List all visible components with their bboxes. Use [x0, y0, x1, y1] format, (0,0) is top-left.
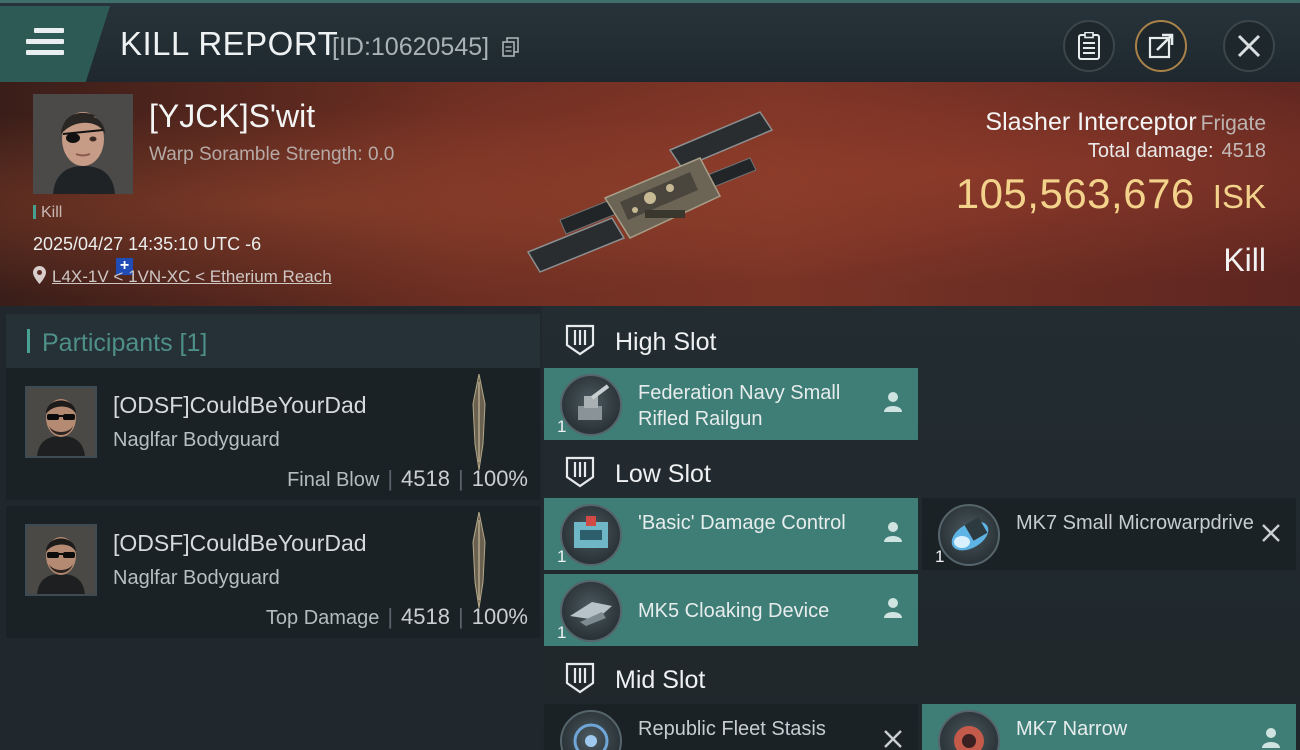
- victim-name[interactable]: [YJCK]S'wit: [149, 98, 315, 135]
- clipboard-icon: [1078, 32, 1100, 60]
- destroyed-x-icon: [1262, 524, 1280, 542]
- mid-slot-header: Mid Slot: [544, 648, 1300, 706]
- damage-control-icon: [560, 504, 622, 566]
- avatar: [27, 388, 95, 456]
- module-name: 'Basic' Damage Control: [638, 512, 846, 534]
- fitting-panel: High Slot 1 Federation Navy Small Rifled…: [542, 306, 1300, 750]
- microwarpdrive-icon: [938, 504, 1000, 566]
- kill-result: Kill: [1223, 242, 1266, 278]
- participant-row[interactable]: [ODSF]CouldBeYourDad Naglfar Bodyguard T…: [6, 506, 540, 638]
- kill-tag: Kill: [33, 204, 62, 222]
- module-quantity: 1: [557, 417, 567, 436]
- ship-class: Frigate: [1200, 112, 1266, 135]
- cloaking-device-icon: [560, 580, 622, 642]
- module-item[interactable]: 1 Federation Navy Small Rifled Railgun: [544, 368, 918, 440]
- dropped-person-icon: [884, 392, 902, 412]
- kill-tag-bar: [33, 205, 36, 219]
- module-name: MK7 Small Microwarpdrive: [1016, 512, 1254, 534]
- high-slot-header: High Slot: [544, 310, 1300, 368]
- kill-banner: + [YJCK]S'wit Warp Soramble Strength: 0.…: [0, 82, 1300, 306]
- ship-name[interactable]: Slasher Interceptor: [985, 108, 1196, 136]
- warp-scramble-strength: Warp Soramble Strength: 0.0: [149, 144, 395, 165]
- stasis-web-icon: [560, 710, 622, 750]
- participants-header: Participants [1]: [6, 314, 540, 370]
- share-button[interactable]: [1135, 20, 1187, 72]
- report-id: [ID:10620545]: [332, 33, 490, 61]
- total-damage-value: 4518: [1221, 140, 1267, 162]
- module-item[interactable]: MK7 Narrow: [922, 704, 1296, 750]
- victim-ship-image: [526, 111, 774, 273]
- dropped-person-icon: [1262, 728, 1280, 748]
- participant-ship-image: [472, 374, 486, 470]
- participant-damage: 4518: [401, 604, 450, 629]
- mid-slot-label: Mid Slot: [615, 666, 706, 694]
- location-pin-icon: [33, 266, 46, 284]
- close-button[interactable]: [1223, 20, 1275, 72]
- module-quantity: 1: [557, 547, 567, 566]
- participants-label: Participants [1]: [42, 329, 208, 357]
- low-slot-icon: [565, 456, 595, 488]
- notes-button[interactable]: [1063, 20, 1115, 72]
- share-icon: [1148, 33, 1174, 59]
- module-item[interactable]: 1 MK7 Small Microwarpdrive: [922, 498, 1296, 570]
- high-slot-icon: [565, 324, 595, 356]
- high-slot-label: High Slot: [615, 328, 717, 356]
- participant-damage: 4518: [401, 466, 450, 491]
- isk-unit: ISK: [1212, 178, 1266, 215]
- participant-ship: Naglfar Bodyguard: [113, 429, 280, 451]
- avatar: [27, 526, 95, 594]
- avatar: [33, 94, 133, 194]
- module-name: MK7 Narrow: [1016, 718, 1128, 740]
- participant-stats: Top Damage | 4518 | 100%: [265, 604, 528, 629]
- copy-icon[interactable]: [502, 37, 520, 57]
- ship-type: Slasher Interceptor Frigate: [985, 108, 1266, 137]
- dropped-person-icon: [884, 522, 902, 542]
- header-bar: KILL REPORT [ID:10620545]: [0, 0, 1300, 82]
- module-name: MK5 Cloaking Device: [638, 600, 830, 622]
- low-slot-header: Low Slot: [544, 442, 1300, 500]
- participant-avatar[interactable]: [25, 524, 97, 596]
- narrow-module-icon: [938, 710, 1000, 750]
- menu-button[interactable]: [0, 6, 110, 82]
- participant-name[interactable]: [ODSF]CouldBeYourDad: [113, 392, 367, 419]
- participant-role: Final Blow: [287, 469, 380, 491]
- dropped-person-icon: [884, 598, 902, 618]
- participant-percent: 100%: [471, 604, 528, 629]
- isk-value: 105,563,676: [955, 170, 1195, 217]
- mid-slot-icon: [565, 662, 595, 694]
- participant-stats: Final Blow | 4518 | 100%: [287, 466, 528, 491]
- participant-role: Top Damage: [265, 607, 380, 629]
- module-item[interactable]: Republic Fleet Stasis: [544, 704, 918, 750]
- participants-header-bar: [27, 329, 30, 353]
- victim-portrait[interactable]: [33, 94, 133, 194]
- isk-value-line: 105,563,676 ISK: [956, 170, 1266, 218]
- module-quantity: 1: [935, 547, 945, 566]
- kill-location[interactable]: L4X-1V < 1VN-XC < Etherium Reach: [33, 266, 332, 287]
- hamburger-icon: [26, 28, 64, 58]
- participant-avatar[interactable]: [25, 386, 97, 458]
- participant-percent: 100%: [471, 466, 528, 491]
- low-slot-label: Low Slot: [615, 460, 711, 488]
- module-item[interactable]: 1 'Basic' Damage Control: [544, 498, 918, 570]
- page-title: KILL REPORT: [120, 25, 339, 62]
- participants-panel: Participants [1] [ODSF]CouldBeYourDad Na…: [0, 306, 542, 750]
- module-name: Federation Navy Small Rifled Railgun: [638, 382, 841, 430]
- participant-name[interactable]: [ODSF]CouldBeYourDad: [113, 530, 367, 557]
- module-name: Republic Fleet Stasis: [638, 718, 826, 740]
- destroyed-x-icon: [884, 730, 902, 748]
- close-icon: [1237, 34, 1261, 58]
- total-damage: Total damage: 4518: [1088, 140, 1266, 163]
- participant-ship: Naglfar Bodyguard: [113, 567, 280, 589]
- location-link[interactable]: L4X-1V < 1VN-XC < Etherium Reach: [52, 267, 332, 286]
- total-damage-label: Total damage:: [1087, 140, 1214, 162]
- kill-timestamp: 2025/04/27 14:35:10 UTC -6: [33, 234, 262, 254]
- kill-tag-label: Kill: [41, 204, 63, 221]
- module-quantity: 1: [557, 623, 567, 642]
- participant-ship-image: [472, 512, 486, 608]
- module-item[interactable]: 1 MK5 Cloaking Device: [544, 574, 918, 646]
- railgun-icon: [560, 374, 622, 436]
- participant-row[interactable]: [ODSF]CouldBeYourDad Naglfar Bodyguard F…: [6, 368, 540, 500]
